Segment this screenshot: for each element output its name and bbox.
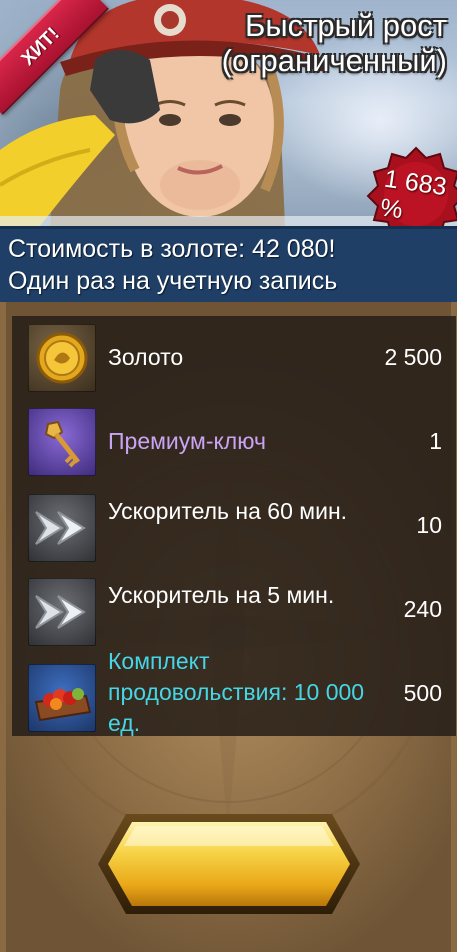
gold-cost-text: Стоимость в золоте: 42 080! <box>8 235 336 263</box>
offer-title-line1: Быстрый рост <box>245 8 447 43</box>
item-quantity: 2 500 <box>384 344 442 370</box>
list-item: Комплект продовольствия: 10 000 ед. 500 <box>12 648 456 736</box>
offer-info-bar: Стоимость в золоте: 42 080! Один раз на … <box>0 226 457 305</box>
list-item: Премиум-ключ 1 <box>12 400 456 484</box>
item-name: Комплект продовольствия: 10 000 ед. <box>108 648 365 736</box>
item-quantity: 10 <box>416 512 442 538</box>
food-crate-icon <box>28 664 96 732</box>
offer-title: Быстрый рост (ограниченный) <box>147 8 447 78</box>
list-item: Ускоритель на 60 мин. 10 <box>12 484 456 568</box>
item-name: Ускоритель на 60 мин. <box>108 498 348 524</box>
discount-percent: 1 683 % <box>378 164 449 225</box>
item-name: Премиум-ключ <box>108 428 266 454</box>
gold-coin-icon <box>28 324 96 392</box>
item-name: Ускоритель на 5 мин. <box>108 582 335 608</box>
item-name: Золото <box>108 344 184 370</box>
speedup-arrows-icon <box>28 578 96 646</box>
speedup-arrows-icon <box>28 494 96 562</box>
offer-title-line2: (ограниченный) <box>221 43 447 78</box>
offer-banner: ХИТ! Быстрый рост (ограниченный) 1 683 % <box>0 0 457 226</box>
item-quantity: 1 <box>429 428 442 454</box>
list-item: Ускоритель на 5 мин. 240 <box>12 568 456 652</box>
list-item: Золото 2 500 <box>12 316 456 400</box>
rewards-list: Золото 2 500 Премиум-ключ 1 Ускоритель н… <box>12 316 456 736</box>
purchase-limit-text: Один раз на учетную запись <box>8 267 338 295</box>
premium-key-icon <box>28 408 96 476</box>
buy-button[interactable] <box>96 812 362 916</box>
item-quantity: 500 <box>403 680 442 706</box>
item-quantity: 240 <box>403 596 442 622</box>
